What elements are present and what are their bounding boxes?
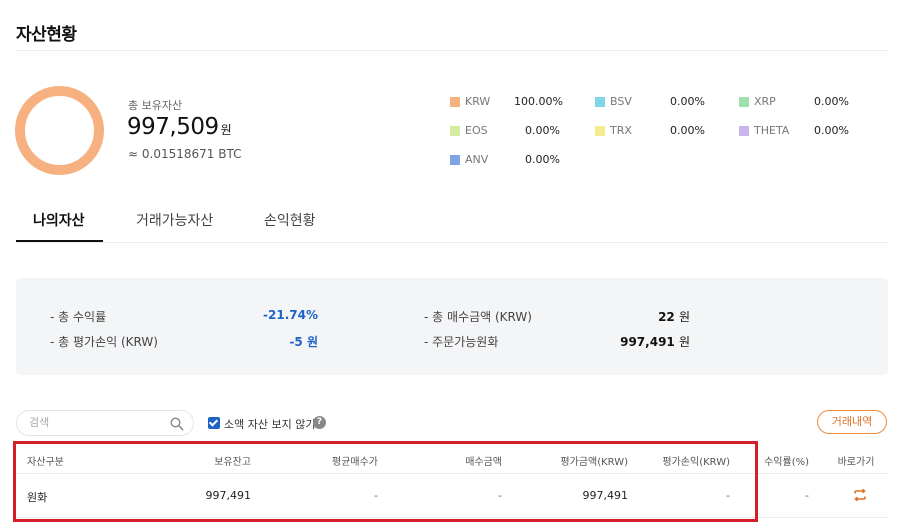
- legend-swatch: [595, 97, 605, 107]
- legend-pct: 0.00%: [814, 124, 849, 137]
- legend-pct: 100.00%: [514, 95, 563, 108]
- legend-item-eos: EOS 0.00%: [450, 124, 565, 138]
- total-pnl-value: -5 원: [289, 335, 318, 349]
- total-holdings-amount: 997,509: [127, 114, 219, 140]
- legend-swatch: [450, 126, 460, 136]
- asset-tabs: 나의자산 거래가능자산 손익현황: [16, 210, 888, 244]
- total-holdings-unit: 원: [220, 123, 232, 137]
- legend-item-xrp: XRP 0.00%: [739, 95, 854, 109]
- legend-item-trx: TRX 0.00%: [595, 124, 710, 138]
- legend-pct: 0.00%: [814, 95, 849, 108]
- tab-profit-loss[interactable]: 손익현황: [264, 210, 316, 242]
- legend-swatch: [595, 126, 605, 136]
- transaction-history-button[interactable]: 거래내역: [817, 410, 887, 434]
- orderable-krw-amount: 997,491: [620, 335, 675, 349]
- legend-item-anv: ANV 0.00%: [450, 153, 565, 167]
- swap-icon[interactable]: [853, 487, 867, 506]
- total-holdings-value: 997,509 원: [127, 114, 232, 140]
- orderable-krw-label: - 주문가능원화: [424, 335, 499, 349]
- column-header-asset-type: 자산구분: [27, 457, 64, 468]
- total-buy-unit: 원: [678, 310, 690, 324]
- legend-item-theta: THETA 0.00%: [739, 124, 854, 138]
- total-buy-label: - 총 매수금액 (KRW): [424, 310, 532, 324]
- total-return-value: -21.74%: [263, 308, 318, 322]
- legend-name: BSV: [610, 95, 632, 108]
- legend-name: KRW: [465, 95, 491, 108]
- cell-buy-amount: -: [498, 489, 502, 502]
- total-holdings-label: 총 보유자산: [128, 99, 183, 112]
- asset-donut-chart: [15, 86, 104, 175]
- legend-pct: 0.00%: [525, 153, 560, 166]
- total-pnl-label: - 총 평가손익 (KRW): [50, 335, 158, 349]
- orderable-krw-unit: 원: [678, 335, 690, 349]
- column-header-avg-buy-price: 평균매수가: [332, 457, 378, 468]
- legend-name: ANV: [465, 153, 489, 166]
- search-box: [16, 410, 194, 436]
- table-row: 원화 997,491 - - 997,491 - -: [16, 474, 888, 518]
- help-icon[interactable]: ?: [313, 416, 326, 429]
- total-buy-value: 22 원: [590, 308, 690, 325]
- cell-asset-type: 원화: [27, 491, 48, 504]
- legend-pct: 0.00%: [670, 124, 705, 137]
- legend-item-bsv: BSV 0.00%: [595, 95, 710, 109]
- legend-swatch: [450, 97, 460, 107]
- cell-eval-amount: 997,491: [582, 489, 629, 502]
- divider: [16, 242, 888, 243]
- legend-swatch: [450, 155, 460, 165]
- legend-pct: 0.00%: [670, 95, 705, 108]
- legend-name: EOS: [465, 124, 488, 137]
- cell-avg-buy-price: -: [374, 489, 378, 502]
- cell-eval-pnl: -: [726, 489, 730, 502]
- total-return-label: - 총 수익률: [50, 310, 107, 324]
- column-header-buy-amount: 매수금액: [465, 457, 502, 468]
- check-icon: [208, 417, 219, 427]
- legend-pct: 0.00%: [525, 124, 560, 137]
- cell-return-rate: -: [805, 489, 809, 502]
- column-header-eval-amount: 평가금액(KRW): [560, 457, 628, 468]
- asset-table-header: 자산구분 보유잔고 평균매수가 매수금액 평가금액(KRW) 평가손익(KRW)…: [16, 442, 888, 474]
- divider: [16, 50, 888, 51]
- legend-name: THETA: [754, 124, 790, 137]
- search-icon[interactable]: [170, 416, 184, 435]
- column-header-shortcut: 바로가기: [837, 457, 875, 468]
- legend-name: TRX: [610, 124, 632, 137]
- page-title: 자산현황: [16, 25, 77, 45]
- hide-small-assets-label[interactable]: 소액 자산 보지 않기: [224, 416, 315, 432]
- orderable-krw-value: 997,491 원: [590, 333, 690, 350]
- tab-my-assets[interactable]: 나의자산: [33, 210, 85, 242]
- column-header-eval-pnl: 평가손익(KRW): [662, 457, 730, 468]
- total-buy-amount: 22: [658, 310, 675, 324]
- summary-panel: - 총 수익률 -21.74% - 총 평가손익 (KRW) -5 원 - 총 …: [16, 278, 888, 375]
- hide-small-assets-checkbox[interactable]: [208, 417, 220, 429]
- tab-tradable-assets[interactable]: 거래가능자산: [136, 210, 213, 242]
- legend-swatch: [739, 126, 749, 136]
- cell-balance: 997,491: [205, 489, 252, 502]
- column-header-return-rate: 수익률(%): [764, 457, 809, 468]
- legend-swatch: [739, 97, 749, 107]
- btc-equivalent: ≈ 0.01518671 BTC: [128, 147, 242, 161]
- legend-item-krw: KRW 100.00%: [450, 95, 565, 109]
- legend-name: XRP: [754, 95, 776, 108]
- search-input[interactable]: [29, 416, 169, 429]
- column-header-balance: 보유잔고: [214, 457, 251, 468]
